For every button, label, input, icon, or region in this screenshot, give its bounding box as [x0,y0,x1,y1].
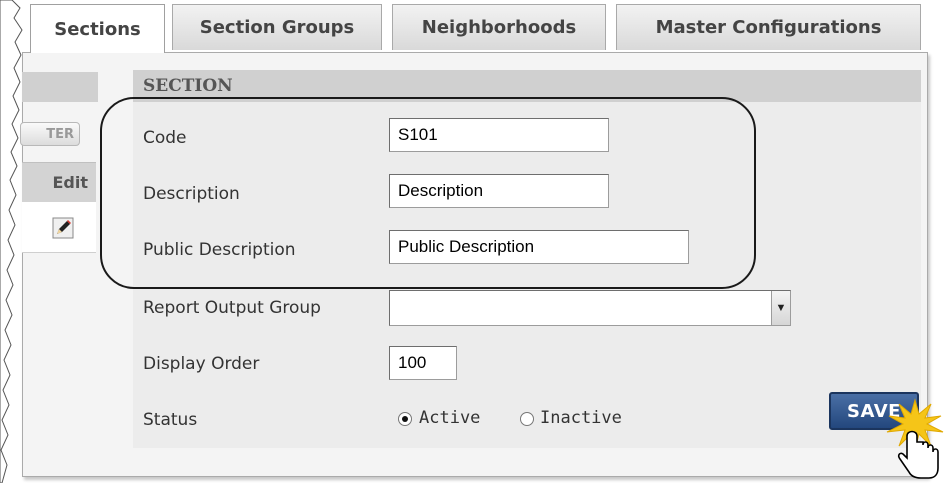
tab-section-groups[interactable]: Section Groups [172,4,382,50]
click-burst-cursor-icon [886,398,944,479]
code-input[interactable]: S101 [389,118,609,152]
description-input[interactable]: Description [389,174,609,208]
tab-sections[interactable]: Sections [30,4,165,53]
status-active-label[interactable]: Active [419,408,480,428]
public-description-label: Public Description [143,240,296,260]
status-active-radio[interactable] [398,412,412,426]
edit-column-header: Edit [22,162,96,202]
status-label: Status [143,410,198,430]
status-inactive-label[interactable]: Inactive [540,408,622,428]
report-output-group-select[interactable]: ▼ [389,290,791,326]
dropdown-arrow-icon[interactable]: ▼ [771,291,790,325]
public-description-input[interactable]: Public Description [389,230,689,264]
report-output-group-label: Report Output Group [143,298,321,318]
pencil-icon[interactable] [52,217,74,239]
description-label: Description [143,184,240,204]
list-header-bar [22,72,98,102]
section-header: SECTION [133,70,921,102]
status-inactive-radio[interactable] [520,412,534,426]
tab-master-configurations[interactable]: Master Configurations [616,4,921,50]
code-label: Code [143,128,187,148]
display-order-input[interactable]: 100 [389,346,457,380]
filter-button[interactable]: TER [20,122,80,146]
tab-neighborhoods[interactable]: Neighborhoods [392,4,606,50]
display-order-label: Display Order [143,354,260,374]
